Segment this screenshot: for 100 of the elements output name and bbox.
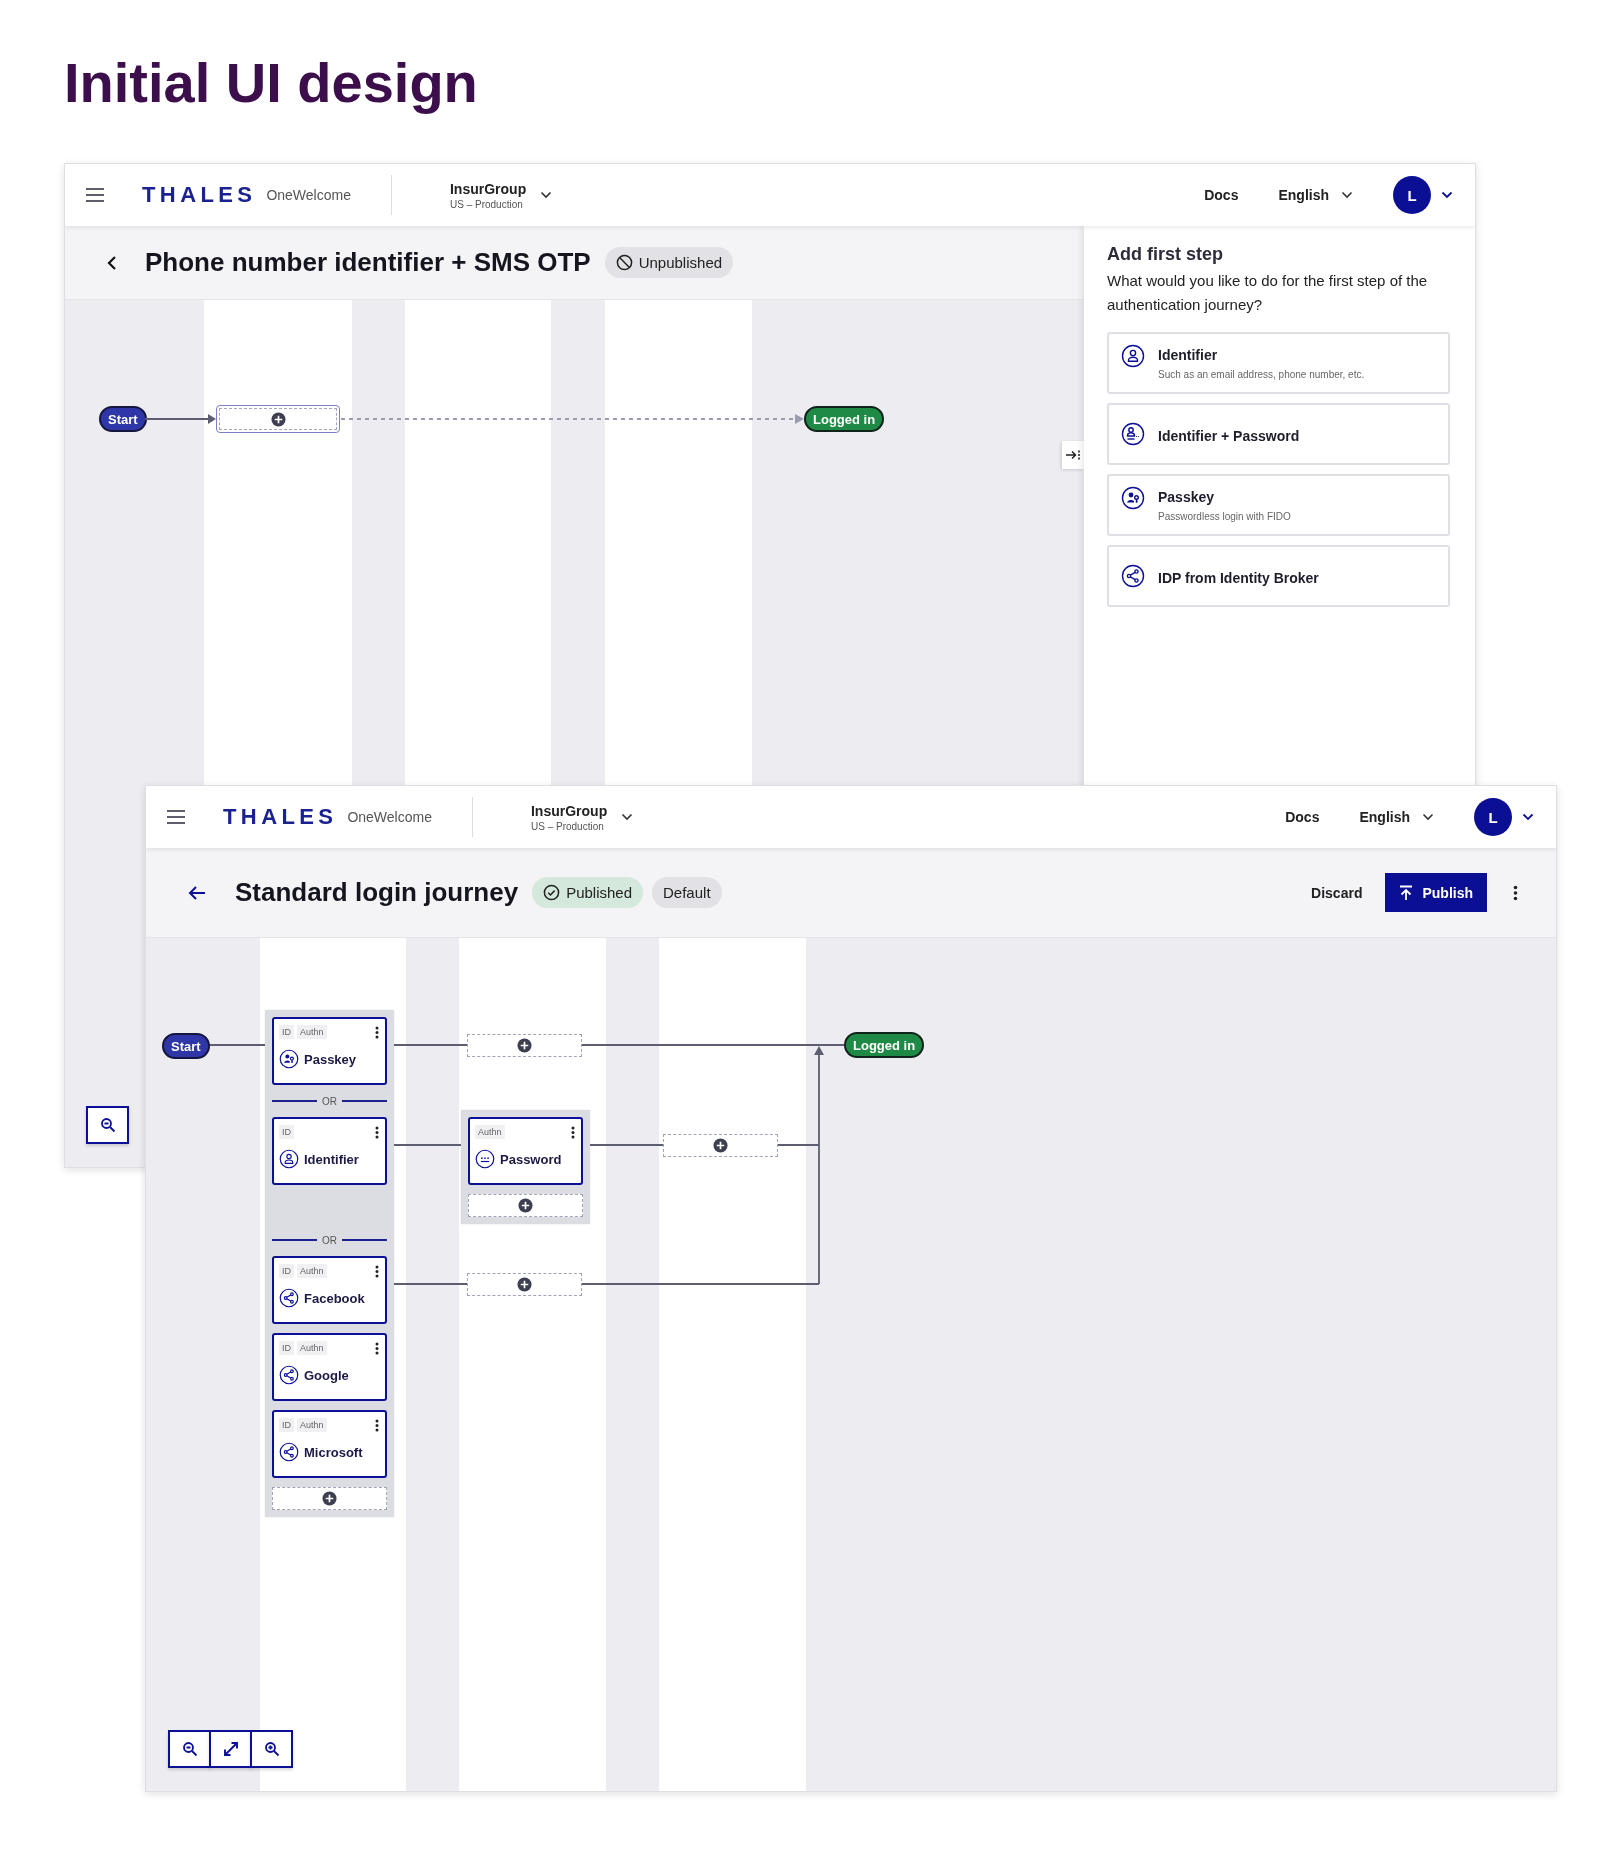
add-step-button[interactable]: [216, 405, 340, 433]
check-circle-icon: [543, 884, 561, 901]
back-arrow-icon[interactable]: [188, 884, 206, 901]
back-chevron-icon[interactable]: [107, 254, 117, 271]
share-icon: [1121, 564, 1145, 588]
person-key-icon: [279, 1049, 299, 1069]
more-icon[interactable]: [375, 1341, 379, 1355]
tenant-selector[interactable]: InsurGroup US – Production: [449, 180, 553, 210]
share-icon: [279, 1288, 299, 1308]
chevron-down-icon[interactable]: [1441, 191, 1453, 199]
step-label: Passkey: [304, 1051, 357, 1067]
collapse-panel-icon[interactable]: [1062, 441, 1084, 469]
more-icon[interactable]: [375, 1025, 379, 1039]
zoom-out-button[interactable]: [86, 1106, 129, 1144]
person-key-icon: [1121, 486, 1145, 510]
add-step-button[interactable]: [467, 1034, 582, 1057]
step-card[interactable]: Authn Password: [468, 1117, 583, 1185]
plus-icon: [518, 1198, 533, 1213]
default-badge: Default: [652, 877, 722, 908]
more-icon[interactable]: [375, 1264, 379, 1278]
end-node: Logged in: [804, 406, 885, 432]
more-icon[interactable]: [571, 1125, 575, 1139]
step-tag: Authn: [297, 1341, 327, 1355]
zoom-in-icon: [263, 1741, 280, 1757]
expand-icon: [222, 1741, 239, 1757]
step-label: Microsoft: [304, 1444, 363, 1460]
add-step-button[interactable]: [468, 1194, 583, 1217]
discard-button[interactable]: Discard: [1311, 884, 1363, 901]
chevron-down-icon: [1422, 813, 1434, 821]
docs-link[interactable]: Docs: [1204, 187, 1239, 203]
step-card[interactable]: ID Authn Microsoft: [272, 1410, 387, 1478]
dots-icon: [475, 1149, 495, 1169]
fit-view-button[interactable]: [209, 1730, 252, 1768]
share-icon: [279, 1442, 299, 1462]
user-avatar[interactable]: L: [1393, 176, 1431, 214]
or-divider: OR: [322, 1234, 337, 1246]
language-selector[interactable]: English: [1278, 187, 1353, 203]
ban-icon: [615, 254, 633, 271]
page-title: Initial UI design: [64, 50, 478, 115]
step-tag: Authn: [297, 1418, 327, 1432]
option-description: Passwordless login with FIDO: [1158, 511, 1291, 522]
plus-icon: [517, 1277, 532, 1292]
publish-button[interactable]: Publish: [1385, 873, 1487, 912]
step-option[interactable]: IDP from Identity Broker: [1107, 545, 1450, 607]
brand-logo[interactable]: THALES: [142, 182, 257, 208]
step-card[interactable]: ID Authn Passkey: [272, 1017, 387, 1085]
journey-title: Phone number identifier + SMS OTP: [145, 247, 591, 278]
step-tag: Authn: [297, 1025, 327, 1039]
step-tag: ID: [279, 1125, 294, 1139]
person-dots-icon: [1121, 422, 1145, 446]
plus-icon: [517, 1038, 532, 1053]
connector-arrow: [144, 414, 216, 424]
step-card[interactable]: ID Authn Google: [272, 1333, 387, 1401]
product-name: OneWelcome: [266, 187, 351, 203]
docs-link[interactable]: Docs: [1285, 809, 1320, 825]
step-tag: Authn: [297, 1264, 327, 1278]
more-icon[interactable]: [375, 1125, 379, 1139]
zoom-out-icon: [181, 1741, 198, 1757]
status-badge: Unpublished: [604, 247, 734, 278]
user-avatar[interactable]: L: [1474, 798, 1512, 836]
more-icon[interactable]: [1513, 884, 1518, 901]
zoom-in-button[interactable]: [250, 1730, 293, 1768]
step-tag: ID: [279, 1264, 294, 1278]
person-icon: [1121, 344, 1145, 368]
more-icon[interactable]: [375, 1418, 379, 1432]
plus-icon: [270, 411, 286, 427]
menu-icon[interactable]: [86, 188, 104, 202]
option-title: Identifier: [1158, 347, 1219, 363]
add-step-button[interactable]: [272, 1487, 387, 1510]
step-card[interactable]: ID Authn Facebook: [272, 1256, 387, 1324]
menu-icon[interactable]: [167, 810, 185, 824]
start-node: Start: [162, 1033, 210, 1059]
tenant-selector[interactable]: InsurGroup US – Production: [530, 802, 634, 832]
step-tag: ID: [279, 1418, 294, 1432]
end-node: Logged in: [844, 1032, 925, 1058]
step-option[interactable]: Passkey Passwordless login with FIDO: [1107, 474, 1450, 536]
plus-icon: [713, 1138, 728, 1153]
option-title: IDP from Identity Broker: [1158, 569, 1319, 586]
person-icon: [279, 1149, 299, 1169]
connector-line: [777, 1144, 820, 1146]
step-tag: Authn: [475, 1125, 505, 1139]
zoom-out-button[interactable]: [168, 1730, 211, 1768]
zoom-out-icon: [99, 1117, 116, 1133]
brand-logo[interactable]: THALES: [223, 804, 338, 830]
add-step-button[interactable]: [467, 1273, 582, 1296]
panel-prompt: What would you like to do for the first step of the authentication journey?: [1107, 271, 1429, 315]
step-option[interactable]: Identifier Such as an email address, phone number, etc.: [1107, 332, 1450, 394]
step-label: Password: [500, 1151, 562, 1167]
step-label: Facebook: [304, 1290, 365, 1306]
step-card[interactable]: ID Identifier: [272, 1117, 387, 1185]
option-title: Passkey: [1158, 489, 1216, 505]
option-title: Identifier + Password: [1158, 427, 1300, 444]
journey-title: Standard login journey: [235, 877, 519, 908]
or-divider: OR: [322, 1095, 337, 1107]
chevron-down-icon: [621, 813, 634, 821]
language-selector[interactable]: English: [1359, 809, 1434, 825]
upload-icon: [1399, 884, 1414, 901]
add-step-button[interactable]: [663, 1134, 778, 1157]
chevron-down-icon[interactable]: [1522, 813, 1534, 821]
step-option[interactable]: Identifier + Password: [1107, 403, 1450, 465]
